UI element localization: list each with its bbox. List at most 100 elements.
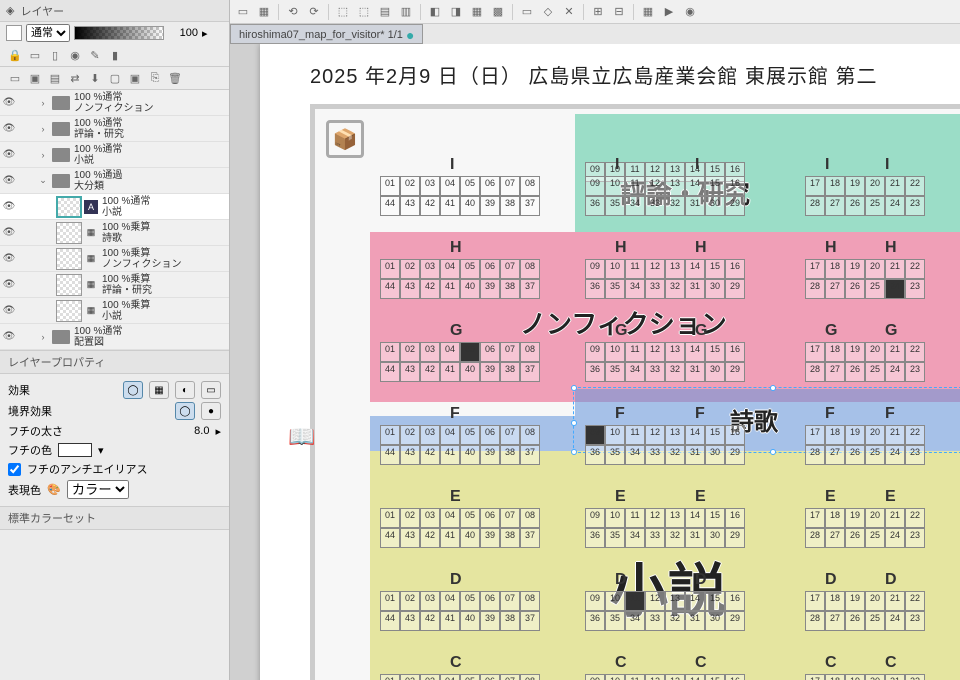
tool-icon[interactable]: ▦: [255, 3, 273, 21]
booth-cell: 27: [825, 196, 845, 216]
layer-row[interactable]: 👁›100 %通常小説: [0, 142, 229, 168]
mask-apply-icon[interactable]: ▣: [126, 69, 144, 87]
tool-icon[interactable]: ✕: [560, 3, 578, 21]
color-icon[interactable]: ▮: [106, 46, 124, 64]
canvas-area[interactable]: 2025 年2月9 日（日） 広島県立広島産業会館 東展示館 第二 📦 📖 評論…: [230, 44, 960, 680]
booth-cell: 30: [705, 445, 725, 465]
eye-icon[interactable]: 👁: [0, 331, 18, 342]
chevron-icon[interactable]: ›: [36, 98, 50, 108]
booth-cell: 32: [665, 362, 685, 382]
eye-icon[interactable]: 👁: [0, 149, 18, 160]
tool-icon[interactable]: ▩: [489, 3, 507, 21]
booth-cell: 37: [520, 445, 540, 465]
tool-icon[interactable]: ▤: [376, 3, 394, 21]
blend-mode-select[interactable]: 通常: [26, 24, 70, 42]
new-folder-icon[interactable]: ▣: [26, 69, 44, 87]
row-letter: F: [885, 405, 895, 423]
new-folder2-icon[interactable]: ▤: [46, 69, 64, 87]
lock-icon[interactable]: 🔒: [6, 46, 24, 64]
clip-icon[interactable]: ▯: [46, 46, 64, 64]
tool-icon[interactable]: ◨: [447, 3, 465, 21]
opacity-slider[interactable]: [74, 26, 164, 40]
chevron-icon[interactable]: ›: [36, 124, 50, 134]
booth-cell: 05: [460, 259, 480, 279]
mask-icon[interactable]: ▭: [26, 46, 44, 64]
tool-icon[interactable]: ▥: [397, 3, 415, 21]
delete-layer-icon[interactable]: 🗑: [166, 69, 184, 87]
booth-cell: 32: [665, 528, 685, 548]
tool-icon[interactable]: ▶: [660, 3, 678, 21]
new-layer-icon[interactable]: ▭: [6, 69, 24, 87]
tone-effect-button[interactable]: ▦: [149, 381, 169, 399]
eye-icon[interactable]: 👁: [0, 175, 18, 186]
tool-icon[interactable]: ▦: [639, 3, 657, 21]
tool-icon[interactable]: ⟲: [284, 3, 302, 21]
layer-row[interactable]: 👁⌄100 %通過大分類: [0, 168, 229, 194]
reference-icon[interactable]: ◉: [66, 46, 84, 64]
expression-select[interactable]: カラー: [67, 480, 129, 499]
chevron-icon[interactable]: ›: [36, 150, 50, 160]
tool-icon[interactable]: ◇: [539, 3, 557, 21]
layer-row[interactable]: 👁▦100 %乗算詩歌: [0, 220, 229, 246]
link-icon[interactable]: ⎘: [146, 69, 164, 87]
eye-icon[interactable]: 👁: [0, 253, 18, 264]
tool-icon[interactable]: ◧: [426, 3, 444, 21]
layer-row[interactable]: 👁▦100 %乗算ノンフィクション: [0, 246, 229, 272]
booth-row: 4443424140393837: [380, 279, 540, 299]
color-effect-button[interactable]: ◐: [175, 381, 195, 399]
extract-effect-button[interactable]: ▭: [201, 381, 221, 399]
tool-icon[interactable]: ⬚: [334, 3, 352, 21]
booth-cell: 06: [480, 259, 500, 279]
tool-icon[interactable]: ◉: [681, 3, 699, 21]
layer-row[interactable]: 👁 › 100 %通常配置図: [0, 324, 229, 350]
tool-icon[interactable]: ▦: [468, 3, 486, 21]
tool-icon[interactable]: ⊞: [589, 3, 607, 21]
dropdown-icon[interactable]: ▾: [98, 444, 104, 457]
booth-cell: 14: [685, 674, 705, 680]
eye-icon[interactable]: 👁: [0, 201, 18, 212]
row-letter: G: [695, 322, 707, 340]
stepper-icon[interactable]: ▸: [215, 425, 221, 438]
border-color-swatch[interactable]: [58, 443, 92, 457]
document-tab[interactable]: hiroshima07_map_for_visitor* 1/1 ●: [230, 24, 423, 44]
booth-cell: 27: [825, 445, 845, 465]
mask-new-icon[interactable]: ▢: [106, 69, 124, 87]
booth-cell: 18: [825, 591, 845, 611]
draft-icon[interactable]: ✎: [86, 46, 104, 64]
layer-row[interactable]: 👁›100 %通常ノンフィクション: [0, 90, 229, 116]
stepper-icon[interactable]: ▸: [202, 27, 208, 40]
border-effect-button[interactable]: ◯: [123, 381, 143, 399]
booth-cell: 10: [605, 674, 625, 680]
eye-icon[interactable]: 👁: [0, 123, 18, 134]
booth-cell: 35: [605, 445, 625, 465]
layer-row[interactable]: 👁▦100 %乗算小説: [0, 298, 229, 324]
tool-icon[interactable]: ▭: [234, 3, 252, 21]
chevron-icon[interactable]: ⌄: [36, 175, 50, 186]
blend-reset-button[interactable]: [6, 25, 22, 41]
eye-icon[interactable]: 👁: [0, 97, 18, 108]
layer-row[interactable]: 👁›100 %通常評論・研究: [0, 116, 229, 142]
watercolor-mode-button[interactable]: ●: [201, 402, 221, 420]
booth-cell: 06: [480, 425, 500, 445]
expression-label: 表現色: [8, 482, 41, 498]
border-aa-label: フチのアンチエイリアス: [27, 461, 148, 477]
edge-mode-button[interactable]: ◯: [175, 402, 195, 420]
tool-icon[interactable]: ⬚: [355, 3, 373, 21]
layer-label: 100 %通常配置図: [72, 326, 229, 348]
tool-icon[interactable]: ⟳: [305, 3, 323, 21]
chevron-icon[interactable]: ›: [36, 332, 50, 342]
transfer-icon[interactable]: ⇄: [66, 69, 84, 87]
merge-icon[interactable]: ⬇: [86, 69, 104, 87]
layer-row[interactable]: 👁▦100 %乗算評論・研究: [0, 272, 229, 298]
eye-icon[interactable]: 👁: [0, 227, 18, 238]
booth-cell: 05: [460, 591, 480, 611]
tool-icon[interactable]: ▭: [518, 3, 536, 21]
eye-icon[interactable]: 👁: [0, 279, 18, 290]
eye-icon[interactable]: 👁: [0, 305, 18, 316]
border-aa-checkbox[interactable]: [8, 463, 21, 476]
booth-cell: 09: [585, 591, 605, 611]
booth-cell: 08: [520, 508, 540, 528]
layer-row[interactable]: 👁A100 %通常小説: [0, 194, 229, 220]
tool-icon[interactable]: ⊟: [610, 3, 628, 21]
booth-cell: 32: [665, 279, 685, 299]
